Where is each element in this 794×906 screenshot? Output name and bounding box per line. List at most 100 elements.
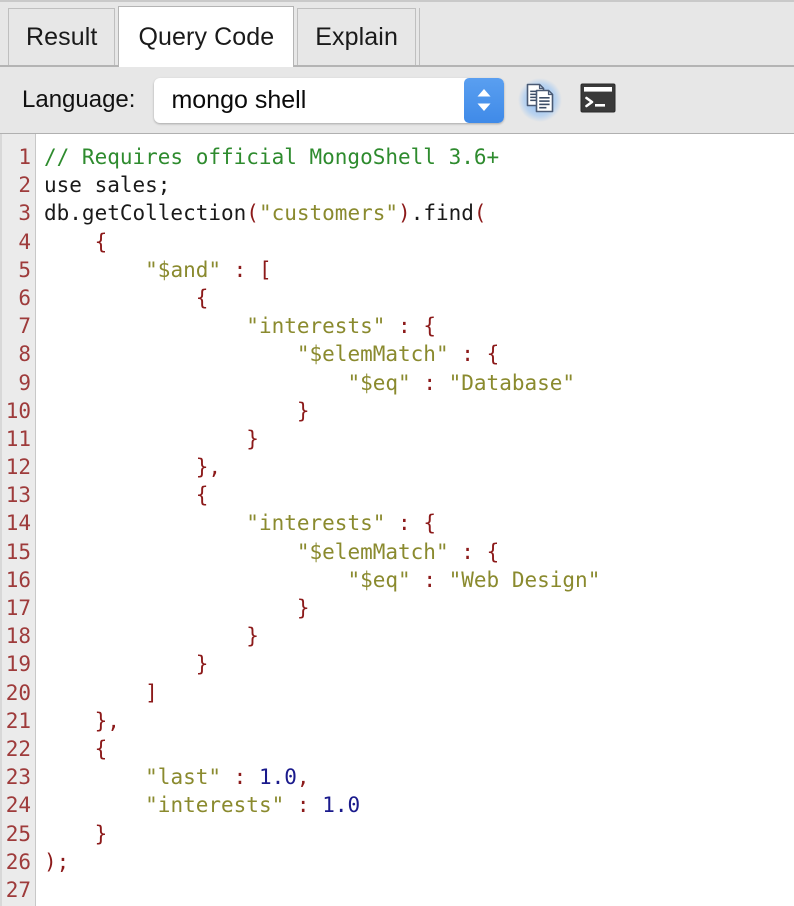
code-token: "interests" [246,314,386,339]
code-token: "interests" [145,793,285,818]
line-number: 8 [18,342,31,367]
line-number: 7 [18,314,31,339]
code-line: db.getCollection("customers").find( [44,199,794,227]
code-token: : [461,539,474,564]
line-number: 23 [5,765,31,790]
code-editor[interactable]: 1 2 3 4 5 6 7 8 9 10 11 12 13 14 15 16 17 18 19 20 21 22 23 24 2… [0,134,794,906]
language-label: Language: [22,86,136,113]
line-number: 13 [5,483,31,508]
code-line: } [44,622,794,650]
line-number: 26 [5,849,31,874]
open-shell-button[interactable] [576,78,620,122]
line-number: 14 [5,511,31,536]
code-token: { [94,229,108,254]
code-token: : [233,257,247,282]
code-line: } [44,397,794,425]
code-token: { [195,285,209,310]
line-number: 12 [5,455,31,480]
line-number: 21 [5,708,31,733]
code-token: "$eq" [347,567,411,592]
code-line: "$eq" : "Web Design" [44,566,794,594]
code-line: ); [44,848,794,876]
code-token: 1.0 [322,793,361,818]
tab-query-code[interactable]: Query Code [118,6,295,67]
code-token: : [423,370,436,395]
code-token: } [246,426,259,451]
code-token: : [423,567,436,592]
code-token: { [195,483,209,508]
language-select[interactable]: mongo shell [154,77,505,123]
code-token: } [195,652,209,677]
tab-result[interactable]: Result [8,8,116,65]
code-token: "$elemMatch" [296,539,449,564]
code-token: : [398,511,411,536]
code-content[interactable]: // Requires official MongoShell 3.6+ use … [36,134,794,906]
code-token: "last" [145,765,222,790]
code-token: , [296,765,310,790]
code-token: ] [145,680,158,705]
code-line: use sales; [44,171,794,199]
code-token: // Requires official MongoShell 3.6+ [44,145,500,169]
line-number: 18 [5,624,31,649]
line-number: 17 [5,596,31,620]
line-number: 4 [18,229,31,254]
code-line: } [44,425,794,453]
code-token: .find [410,201,474,226]
line-number: 19 [5,652,31,677]
tab-label: Query Code [138,22,275,51]
code-line: } [44,594,794,622]
query-code-panel: Result Query Code Explain Language: mong… [0,0,794,906]
code-token: }, [195,455,222,480]
line-number: 9 [18,370,31,395]
tab-label: Explain [315,22,398,51]
code-token: : [296,793,310,818]
code-token: } [94,821,108,846]
code-token: { [423,314,436,339]
tab-label: Result [26,22,98,51]
code-token: } [246,624,259,649]
code-line: { [44,228,794,256]
code-token: { [423,511,436,536]
code-token: : [461,342,474,367]
code-token: ( [473,201,487,226]
code-token: "interests" [246,511,386,536]
updown-stepper-icon[interactable] [464,77,505,123]
code-token: ( [246,201,259,226]
line-number: 24 [5,793,31,818]
code-token: ) [398,201,411,226]
copy-button[interactable] [518,78,563,122]
code-line: } [44,650,794,678]
tab-explain[interactable]: Explain [297,8,416,65]
